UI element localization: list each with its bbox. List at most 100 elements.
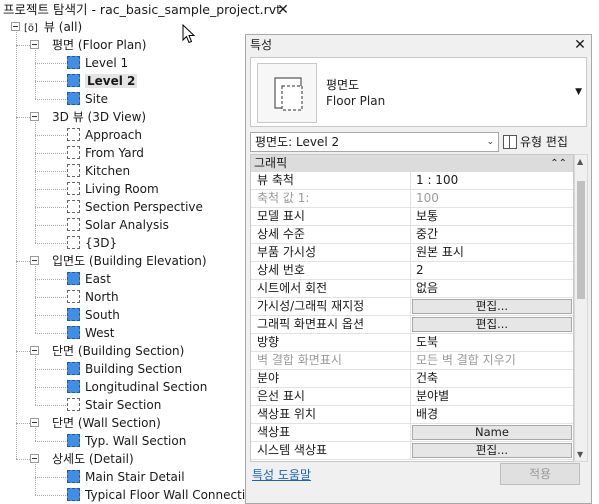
tree-view-label: Solar Analysis	[85, 218, 169, 232]
white-view-icon	[67, 182, 80, 195]
property-value: 모든 벽 결합 지우기	[416, 353, 516, 367]
tree-view-label: Site	[85, 92, 109, 106]
white-view-icon	[67, 128, 80, 141]
tree-group[interactable]: 입면도 (Building Elevation)	[0, 252, 207, 270]
tree-view-item[interactable]: Typical Floor Wall Connection	[67, 486, 260, 504]
tree-group-label: 단면 (Wall Section)	[52, 416, 161, 430]
apply-button[interactable]: 적용	[500, 463, 580, 485]
tree-connector	[16, 351, 30, 352]
property-row: 분야 건축	[251, 370, 573, 388]
property-row: 색상표 위치 배경	[251, 406, 573, 424]
property-value[interactable]: 분야별	[411, 388, 573, 406]
tree-view-item[interactable]: North	[67, 288, 119, 306]
tree-connector	[35, 99, 66, 100]
collapse-icon[interactable]	[30, 40, 39, 49]
property-value[interactable]: 원본 표시	[411, 244, 573, 262]
property-name: 상세 번호	[251, 262, 411, 280]
tree-connector	[35, 63, 66, 64]
collapse-icon[interactable]	[30, 418, 39, 427]
white-view-icon	[67, 164, 80, 177]
property-value[interactable]: 중간	[411, 226, 573, 244]
scroll-down-icon[interactable]: ▼	[577, 450, 583, 459]
property-edit-button[interactable]: 편집...	[412, 443, 572, 458]
property-value[interactable]: 배경	[411, 406, 573, 424]
collapse-icon[interactable]	[30, 112, 39, 121]
tree-view-label: {3D}	[85, 236, 118, 250]
tree-view-item[interactable]: Section Perspective	[67, 198, 203, 216]
tree-connector	[16, 423, 30, 424]
property-row: 방향 도북	[251, 334, 573, 352]
tree-view-item[interactable]: Kitchen	[67, 162, 130, 180]
blue-view-icon	[67, 92, 80, 105]
property-row: 벽 결합 화면표시 모든 벽 결합 지우기	[251, 352, 573, 370]
tree-view-label: Longitudinal Section	[85, 380, 208, 394]
property-value[interactable]: 2	[411, 262, 573, 280]
tree-view-item[interactable]: West	[67, 324, 115, 342]
properties-grid: 그래픽 ⌃⌃ 뷰 축척 1 : 100 축척 값 1: 100 모델 표시 보통 상세 수준…	[250, 154, 574, 462]
tree-view-item[interactable]: Living Room	[67, 180, 159, 198]
tree-root-views[interactable]: [ö] 뷰 (all)	[0, 18, 82, 36]
property-row: 축척 값 1: 100	[251, 190, 573, 208]
property-value[interactable]: 없음	[411, 280, 573, 298]
tree-connector	[35, 243, 66, 244]
tree-view-item[interactable]: East	[67, 270, 111, 288]
view-root-icon: [ö]	[24, 23, 38, 34]
tree-connector	[35, 315, 66, 316]
tree-view-item[interactable]: Level 2	[67, 72, 138, 90]
tree-view-item[interactable]: Solar Analysis	[67, 216, 169, 234]
tree-view-item[interactable]: {3D}	[67, 234, 117, 252]
properties-title: 특성	[250, 38, 273, 52]
property-value[interactable]: 1 : 100	[411, 172, 573, 190]
tree-group-label: 상세도 (Detail)	[52, 452, 134, 466]
tree-view-item[interactable]: Main Stair Detail	[67, 468, 185, 486]
tree-view-label: Stair Section	[85, 398, 162, 412]
tree-view-item[interactable]: Approach	[67, 126, 142, 144]
collapse-icon[interactable]	[11, 22, 20, 31]
property-edit-button[interactable]: 편집...	[412, 317, 572, 332]
properties-scrollbar[interactable]: ▲ ▼	[574, 154, 588, 462]
tree-view-item[interactable]: Site	[67, 90, 108, 108]
white-view-icon	[67, 290, 80, 303]
tree-connector	[35, 189, 66, 190]
property-row: 부품 가시성 원본 표시	[251, 244, 573, 262]
blue-view-icon	[67, 56, 80, 69]
tree-connector	[35, 171, 66, 172]
property-value[interactable]: 건축	[411, 370, 573, 388]
white-view-icon	[67, 398, 80, 411]
collapse-chevron-icon[interactable]: ⌃⌃	[550, 155, 567, 172]
scrollbar-thumb[interactable]	[577, 181, 585, 299]
property-value[interactable]: 도북	[411, 334, 573, 352]
properties-help-link[interactable]: 특성 도움말	[252, 466, 311, 483]
instance-filter-select[interactable]: 평면도: Level 2 ⌄	[250, 132, 499, 152]
type-selector[interactable]: 평면도 Floor Plan ▼	[250, 57, 587, 127]
tree-view-item[interactable]: Longitudinal Section	[67, 378, 207, 396]
collapse-icon[interactable]	[30, 346, 39, 355]
group-header-label: 그래픽	[254, 156, 288, 170]
instance-filter-value: 평면도: Level 2	[255, 135, 340, 149]
property-edit-button[interactable]: 편집...	[412, 299, 572, 314]
tree-view-item[interactable]: Level 1	[67, 54, 128, 72]
tree-view-item[interactable]: South	[67, 306, 120, 324]
property-name: 색상표 위치	[251, 406, 411, 424]
edit-type-button[interactable]: 유형 편집	[503, 132, 568, 152]
tree-view-item[interactable]: From Yard	[67, 144, 144, 162]
collapse-icon[interactable]	[30, 454, 39, 463]
project-browser-title: 프로젝트 탐색기 - rac_basic_sample_project.rvt	[3, 2, 282, 17]
white-view-icon	[67, 218, 80, 231]
scroll-up-icon[interactable]: ▲	[577, 157, 583, 166]
group-header-graphics[interactable]: 그래픽 ⌃⌃	[251, 155, 573, 172]
tree-view-label: Typ. Wall Section	[85, 434, 187, 448]
properties-close-icon[interactable]: ✕	[572, 35, 588, 55]
type-selector-dropdown-icon[interactable]: ▼	[575, 87, 582, 97]
tree-view-item[interactable]: Building Section	[67, 360, 182, 378]
property-edit-button[interactable]: Name	[412, 425, 572, 440]
property-value[interactable]: 보통	[411, 208, 573, 226]
project-browser-close-icon[interactable]: ✕	[275, 0, 291, 20]
tree-view-item[interactable]: Typ. Wall Section	[67, 432, 186, 450]
collapse-icon[interactable]	[30, 256, 39, 265]
tree-view-item[interactable]: Stair Section	[67, 396, 161, 414]
property-name: 벽 결합 화면표시	[251, 352, 411, 370]
property-name: 모델 표시	[251, 208, 411, 226]
property-name: 색상표	[251, 424, 411, 442]
property-name: 뷰 축척	[251, 172, 411, 190]
